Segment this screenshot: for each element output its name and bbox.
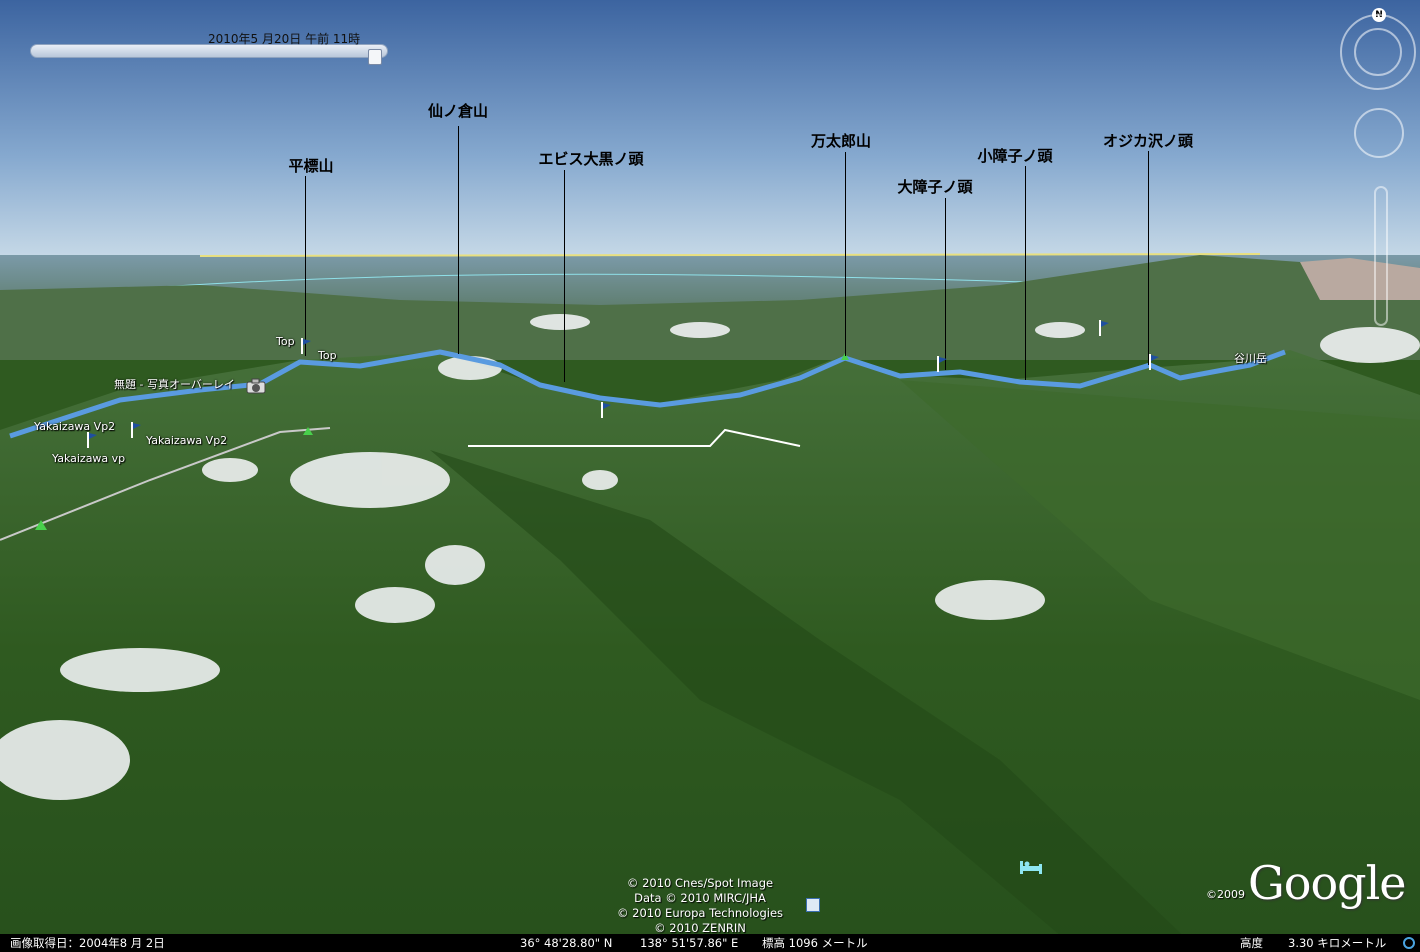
logo-year: ©2009 bbox=[1206, 888, 1245, 901]
latitude-readout: 36° 48'28.80" N bbox=[520, 936, 613, 950]
snow-patch bbox=[530, 314, 590, 330]
peak-label-shoshoji: 小障子ノ頭 bbox=[977, 147, 1053, 165]
placemark-label-tanigawa[interactable]: 谷川岳 bbox=[1234, 350, 1267, 366]
snow-patch bbox=[935, 580, 1045, 620]
copyright-line: Data © 2010 MIRC/JHA bbox=[634, 891, 766, 905]
peak-label-ojikasawa: オジカ沢ノ頭 bbox=[1102, 132, 1194, 150]
zoom-slider[interactable] bbox=[1374, 186, 1388, 326]
look-joystick-inner[interactable] bbox=[1354, 28, 1402, 76]
snow-patch bbox=[290, 452, 450, 508]
copyright-line: © 2010 Europa Technologies bbox=[616, 906, 784, 920]
leader-line bbox=[1148, 151, 1149, 365]
placemark-label-vp2[interactable]: Yakaizawa Vp2 bbox=[146, 434, 227, 447]
flag-icon[interactable] bbox=[600, 402, 612, 418]
snow-patch bbox=[1035, 322, 1085, 338]
loading-indicator-icon bbox=[1403, 937, 1415, 949]
photo-overlay-label[interactable]: 無題 - 写真オーバーレイ bbox=[114, 376, 235, 392]
flag-icon[interactable] bbox=[1148, 354, 1160, 370]
altitude-label: 高度 bbox=[1240, 936, 1263, 950]
flag-icon[interactable] bbox=[86, 432, 98, 448]
imagery-date: 画像取得日：2004年8 月 2日 bbox=[10, 936, 165, 950]
peak-label-sennokura: 仙ノ倉山 bbox=[427, 102, 489, 120]
placemark-label-top[interactable]: Top bbox=[318, 349, 337, 362]
snow-patch bbox=[60, 648, 220, 692]
placemark-label-vp[interactable]: Yakaizawa vp bbox=[52, 452, 125, 465]
snow-patch bbox=[202, 458, 258, 482]
leader-line bbox=[458, 126, 459, 354]
move-joystick[interactable] bbox=[1354, 108, 1404, 158]
peak-label-hirappyo: 平標山 bbox=[288, 157, 334, 175]
peak-label-ebisu-daikoku: エビス大黒ノ頭 bbox=[538, 150, 644, 168]
placemark-label-top[interactable]: Top bbox=[276, 335, 295, 348]
copyright-notice: © 2010 Cnes/Spot Image Data © 2010 MIRC/… bbox=[560, 876, 840, 936]
leader-line bbox=[564, 170, 565, 382]
copyright-line: © 2010 Cnes/Spot Image bbox=[626, 876, 774, 890]
longitude-readout: 138° 51'57.86" E bbox=[640, 936, 739, 950]
snow-patch bbox=[1320, 327, 1420, 363]
leader-line bbox=[945, 198, 946, 370]
placemark-label-vp2[interactable]: Yakaizawa Vp2 bbox=[34, 420, 115, 433]
snow-patch bbox=[670, 322, 730, 338]
terrain-view[interactable] bbox=[0, 0, 1420, 952]
camera-icon[interactable] bbox=[246, 378, 266, 394]
status-bar: 画像取得日：2004年8 月 2日 36° 48'28.80" N 138° 5… bbox=[0, 934, 1420, 952]
snow-patch bbox=[582, 470, 618, 490]
leader-line bbox=[845, 152, 846, 356]
time-slider-label: 2010年5 月20日 午前 11時 bbox=[208, 32, 361, 46]
flag-icon[interactable] bbox=[1098, 320, 1110, 336]
snow-patch bbox=[425, 545, 485, 585]
peak-label-mantaro: 万太郎山 bbox=[810, 132, 872, 150]
snow-patch bbox=[355, 587, 435, 623]
flag-icon[interactable] bbox=[130, 422, 142, 438]
info-icon[interactable] bbox=[806, 898, 820, 912]
leader-line bbox=[1025, 166, 1026, 380]
lodging-icon[interactable] bbox=[1018, 858, 1044, 876]
google-logo: Google bbox=[1248, 856, 1407, 910]
leader-line bbox=[305, 176, 306, 356]
flag-icon[interactable] bbox=[936, 356, 948, 372]
altitude-readout: 3.30 キロメートル bbox=[1288, 936, 1387, 950]
peak-label-daishoji: 大障子ノ頭 bbox=[897, 178, 973, 196]
flag-icon[interactable] bbox=[300, 338, 312, 354]
navigation-controls[interactable]: N bbox=[1338, 8, 1418, 326]
elevation-readout: 標高 1096 メートル bbox=[762, 936, 868, 950]
time-slider-thumb[interactable] bbox=[368, 49, 382, 65]
